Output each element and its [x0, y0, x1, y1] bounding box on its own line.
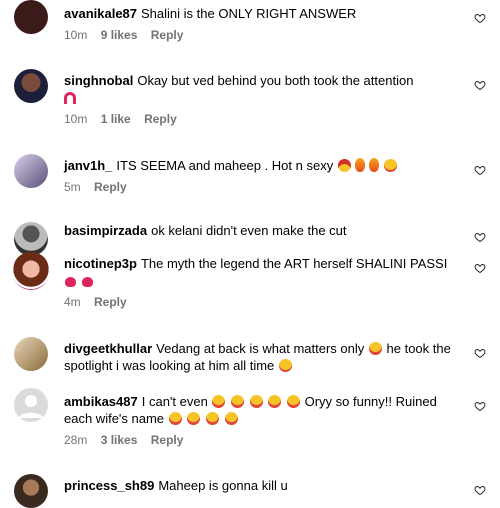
heart-outline-icon[interactable]	[474, 400, 486, 412]
comment-text: ITS SEEMA and maheep . Hot n sexy	[116, 158, 334, 173]
comment-username[interactable]: nicotinep3p	[64, 256, 137, 271]
comment-likes[interactable]: 9 likes	[101, 28, 138, 42]
avatar[interactable]	[14, 337, 48, 371]
comment-meta: 10m 1 like Reply	[64, 111, 460, 128]
comment-text: Vedang at back is what matters only	[156, 341, 365, 356]
avatar[interactable]	[14, 474, 48, 508]
avatar[interactable]	[12, 252, 50, 290]
comment-username[interactable]: janv1h_	[64, 158, 112, 173]
comment-text: ok kelani didn't even make the cut	[151, 223, 347, 238]
comment-time: 4m	[64, 295, 81, 309]
comment-username[interactable]: avanikale87	[64, 6, 137, 21]
heart-outline-icon[interactable]	[474, 231, 486, 243]
santa-emoji-icon	[337, 159, 351, 172]
comment-time: 28m	[64, 433, 88, 447]
avatar[interactable]	[14, 222, 48, 256]
laughing-emoji-icon	[187, 412, 201, 425]
comment-time: 10m	[64, 112, 88, 126]
avatar[interactable]	[14, 154, 48, 188]
comment-meta: 5m Reply	[64, 179, 460, 196]
comment-username[interactable]: ambikas487	[64, 394, 138, 409]
laughing-emoji-icon	[212, 395, 226, 408]
comment-username[interactable]: basimpirzada	[64, 223, 147, 238]
heart-eyes-emoji-icon	[278, 359, 292, 372]
comment-username[interactable]: princess_sh89	[64, 478, 154, 493]
laughing-emoji-icon	[168, 412, 182, 425]
laughing-emoji-icon	[231, 395, 245, 408]
avatar[interactable]	[14, 388, 48, 422]
avatar[interactable]	[14, 0, 48, 34]
comment-meta: 28m 3 likes Reply	[64, 432, 460, 449]
comment-likes[interactable]: 1 like	[101, 112, 131, 126]
comment-text: The myth the legend the ART herself SHAL…	[140, 256, 448, 271]
crying-emoji-icon	[368, 342, 382, 355]
comment-username[interactable]: singhnobal	[64, 73, 133, 88]
heart-outline-icon[interactable]	[474, 262, 486, 274]
laughing-emoji-icon	[249, 395, 263, 408]
heart-emoji-icon	[65, 277, 76, 287]
comment-text: I can't even	[141, 394, 208, 409]
comment-meta: 10m 9 likes Reply	[64, 27, 460, 44]
heart-outline-icon[interactable]	[474, 164, 486, 176]
laughing-emoji-icon	[224, 412, 238, 425]
comment-likes[interactable]: 3 likes	[101, 433, 138, 447]
laughing-emoji-icon	[268, 395, 282, 408]
heart-outline-icon[interactable]	[474, 484, 486, 496]
fire-emoji-icon	[369, 158, 380, 172]
reply-button[interactable]: Reply	[151, 433, 184, 447]
heart-outline-icon[interactable]	[474, 79, 486, 91]
comment-text: Shalini is the ONLY RIGHT ANSWER	[141, 6, 357, 21]
fire-emoji-icon	[355, 158, 366, 172]
laughing-emoji-icon	[286, 395, 300, 408]
comment-username[interactable]: divgeetkhullar	[64, 341, 152, 356]
heart-outline-icon[interactable]	[474, 12, 486, 24]
comment-time: 10m	[64, 28, 88, 42]
laughing-emoji-icon	[205, 412, 219, 425]
comment-time: 5m	[64, 180, 81, 194]
heart-eyes-emoji-icon	[383, 159, 397, 172]
avatar[interactable]	[14, 69, 48, 103]
magnet-emoji-icon	[64, 92, 76, 104]
heart-outline-icon[interactable]	[474, 347, 486, 359]
comment-meta: 4m Reply	[64, 294, 460, 311]
comment-text: Maheep is gonna kill u	[158, 478, 288, 493]
reply-button[interactable]: Reply	[144, 112, 177, 126]
reply-button[interactable]: Reply	[94, 295, 127, 309]
reply-button[interactable]: Reply	[94, 180, 127, 194]
reply-button[interactable]: Reply	[151, 28, 184, 42]
comment-text: Okay but ved behind you both took the at…	[137, 73, 414, 88]
heart-emoji-icon	[81, 277, 93, 287]
